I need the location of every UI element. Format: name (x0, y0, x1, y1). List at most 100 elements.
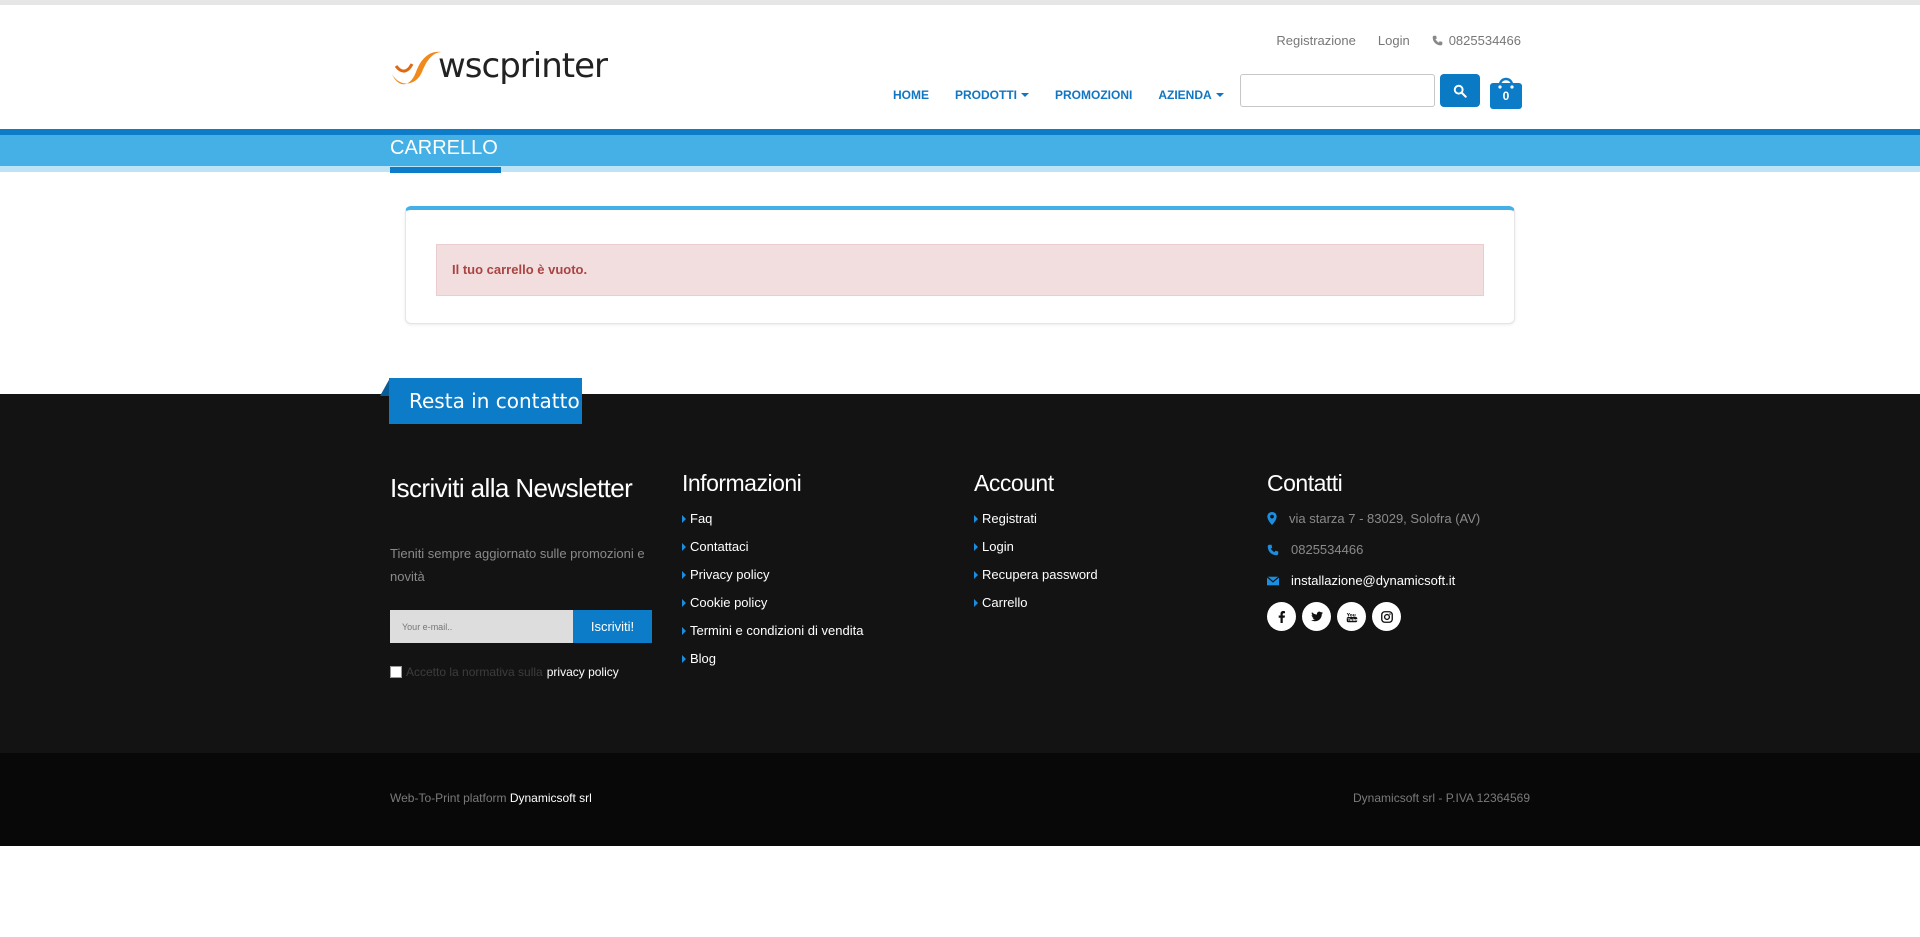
cart-button[interactable]: 0 (1489, 73, 1523, 109)
page-title: CARRELLO (390, 137, 498, 159)
account-link-recover[interactable]: Recupera password (974, 567, 1098, 582)
account-link-label: Registrati (982, 511, 1037, 526)
band-main-stripe (0, 135, 1920, 166)
logo-swoosh-icon (392, 51, 442, 85)
logo-text: wscprinter (438, 46, 608, 86)
contact-email: installazione@dynamicsoft.it (1267, 573, 1480, 588)
privacy-policy-link[interactable]: privacy policy (547, 665, 619, 679)
contact-address: via starza 7 - 83029, Solofra (AV) (1267, 511, 1480, 526)
top-links: Registrazione Login 0825534466 (1276, 33, 1521, 48)
caret-right-icon (974, 514, 978, 523)
privacy-consent: Accetto la normativa sulla privacy polic… (390, 665, 619, 679)
contact-phone: 0825534466 (1267, 542, 1480, 557)
caret-right-icon (974, 542, 978, 551)
band-bottom-stripe (0, 166, 1920, 172)
privacy-consent-text: Accetto la normativa sulla (406, 665, 543, 679)
nav-products[interactable]: PRODOTTI (955, 88, 1029, 102)
info-link-label: Privacy policy (690, 567, 770, 582)
twitter-link[interactable] (1302, 602, 1331, 631)
cart-count: 0 (1502, 89, 1510, 103)
caret-right-icon (682, 514, 686, 523)
info-link-privacy[interactable]: Privacy policy (682, 567, 863, 582)
nav-company[interactable]: AZIENDA (1158, 88, 1224, 102)
platform-label: Web-To-Print platform (390, 791, 507, 805)
info-link-contact[interactable]: Contattaci (682, 539, 863, 554)
caret-right-icon (974, 598, 978, 607)
top-border (0, 0, 1920, 5)
youtube-link[interactable]: You Tube (1337, 602, 1366, 631)
contacts-title: Contatti (1267, 470, 1343, 496)
login-link[interactable]: Login (1378, 33, 1410, 48)
info-link-label: Blog (690, 651, 717, 666)
phone-icon (1267, 544, 1279, 555)
info-link-faq[interactable]: Faq (682, 511, 863, 526)
caret-right-icon (682, 598, 686, 607)
info-link-cookie[interactable]: Cookie policy (682, 595, 863, 610)
empty-cart-alert: Il tuo carrello è vuoto. (436, 244, 1484, 296)
search-icon (1453, 84, 1467, 98)
account-link-login[interactable]: Login (974, 539, 1098, 554)
info-title: Informazioni (682, 470, 802, 496)
instagram-icon (1380, 610, 1393, 623)
page-title-band (0, 129, 1920, 173)
newsletter-email-input[interactable] (390, 610, 573, 643)
register-link[interactable]: Registrazione (1276, 33, 1356, 48)
info-link-label: Faq (690, 511, 713, 526)
nav-home-label: HOME (893, 88, 929, 102)
platform-brand-link[interactable]: Dynamicsoft srl (510, 791, 592, 805)
contact-address-text: via starza 7 - 83029, Solofra (AV) (1289, 511, 1481, 526)
subscribe-button[interactable]: Iscriviti! (573, 610, 652, 643)
info-link-label: Cookie policy (690, 595, 768, 610)
nav-company-label: AZIENDA (1158, 88, 1212, 102)
youtube-icon: YouTube (1346, 612, 1358, 622)
nav-promotions-label: PROMOZIONI (1055, 88, 1133, 102)
info-link-blog[interactable]: Blog (682, 651, 863, 666)
map-marker-icon (1267, 512, 1277, 525)
info-link-terms[interactable]: Termini e condizioni di vendita (682, 623, 863, 638)
facebook-icon (1278, 610, 1285, 623)
footer-contacts-column: Contatti via starza 7 - 83029, Solofra (… (1267, 470, 1480, 631)
info-link-label: Termini e condizioni di vendita (690, 623, 864, 638)
platform-credit: Web-To-Print platform Dynamicsoft srl (390, 791, 592, 805)
nav-home[interactable]: HOME (893, 88, 929, 102)
footer-info-column: Informazioni Faq Contattaci Privacy poli… (682, 470, 863, 679)
contact-tab: Resta in contatto (389, 378, 582, 424)
main-nav: HOME PRODOTTI PROMOZIONI AZIENDA (893, 88, 1224, 102)
contact-email-link[interactable]: installazione@dynamicsoft.it (1291, 573, 1455, 588)
caret-right-icon (682, 626, 686, 635)
search-button[interactable] (1440, 74, 1480, 107)
nav-promotions[interactable]: PROMOZIONI (1055, 88, 1132, 102)
search-input[interactable] (1240, 74, 1435, 107)
social-links: You Tube (1267, 602, 1480, 631)
account-title: Account (974, 470, 1054, 496)
page-title-underline (390, 167, 501, 173)
privacy-checkbox[interactable] (390, 666, 402, 678)
account-link-label: Recupera password (982, 567, 1098, 582)
envelope-icon (1267, 575, 1279, 585)
chevron-down-icon (1021, 93, 1029, 97)
phone-icon (1432, 35, 1442, 46)
nav-products-label: PRODOTTI (955, 88, 1017, 102)
facebook-link[interactable] (1267, 602, 1296, 631)
footer-account-column: Account Registrati Login Recupera passwo… (974, 470, 1098, 623)
site-logo[interactable]: wscprinter (390, 40, 608, 92)
caret-right-icon (682, 570, 686, 579)
footer-bottom-bar (0, 753, 1920, 846)
cart-panel: Il tuo carrello è vuoto. (405, 206, 1515, 324)
contact-phone-text: 0825534466 (1291, 542, 1364, 557)
svg-text:Tube: Tube (1347, 618, 1357, 622)
footer (0, 394, 1920, 753)
twitter-icon (1310, 611, 1323, 622)
account-link-cart[interactable]: Carrello (974, 595, 1098, 610)
newsletter-text: Tieniti sempre aggiornato sulle promozio… (390, 546, 645, 584)
info-link-label: Contattaci (690, 539, 749, 554)
account-link-register[interactable]: Registrati (974, 511, 1098, 526)
caret-right-icon (682, 542, 686, 551)
instagram-link[interactable] (1372, 602, 1401, 631)
account-link-label: Carrello (982, 595, 1028, 610)
company-info: Dynamicsoft srl - P.IVA 12364569 (1353, 791, 1530, 805)
caret-right-icon (974, 570, 978, 579)
chevron-down-icon (1215, 93, 1224, 97)
header-phone: 0825534466 (1432, 33, 1521, 48)
newsletter-title: Iscriviti alla Newsletter (390, 473, 633, 503)
